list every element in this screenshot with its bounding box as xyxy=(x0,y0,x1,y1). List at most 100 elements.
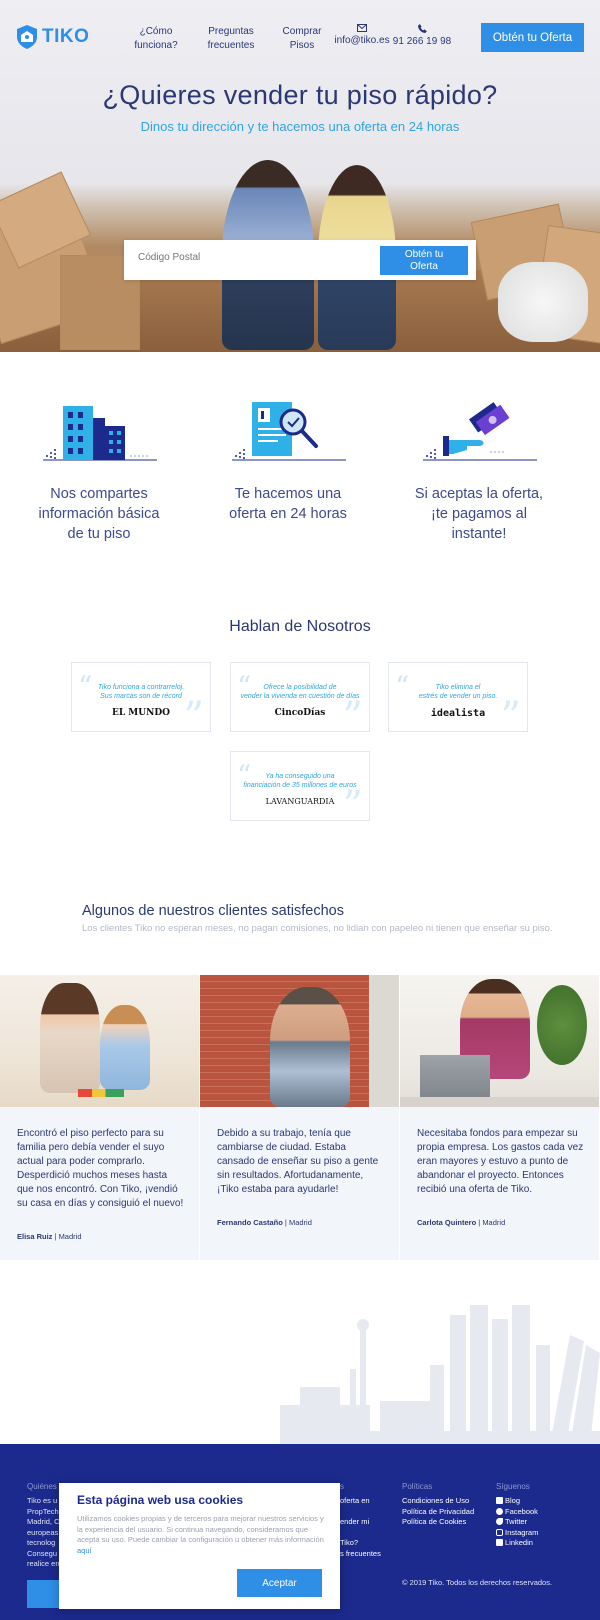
footer-link[interactable]: Tiko? xyxy=(340,1538,381,1549)
footer-link[interactable]: oferta en xyxy=(340,1496,381,1507)
twitter-link[interactable]: Twitter xyxy=(496,1517,538,1528)
postal-code-input[interactable] xyxy=(138,252,358,263)
buildings-icon xyxy=(43,406,157,461)
quote-line: estrés de vender un piso. xyxy=(418,693,498,700)
quote-line: vender la vivienda en cuestión de días xyxy=(240,693,360,700)
quote-line: financiación de 35 millones de euros xyxy=(243,782,357,789)
phone-icon xyxy=(417,24,427,33)
nav-how-it-works[interactable]: ¿Cómo funciona? xyxy=(130,25,182,53)
cookie-text: Utilizamos cookies propias y de terceros… xyxy=(77,1514,327,1556)
footer-text-line: PropTech xyxy=(27,1506,59,1516)
step-line: oferta en 24 horas xyxy=(229,506,347,522)
accept-cookies-button[interactable]: Aceptar xyxy=(237,1569,322,1597)
quote-line: Sus marcas son de récord xyxy=(100,693,182,700)
envelope-icon xyxy=(357,24,367,32)
hero-title: ¿Quieres vender tu piso rápido? xyxy=(102,80,498,110)
logo-text: TIKO xyxy=(42,26,90,47)
bubble-wrap xyxy=(498,262,588,342)
testimonial-text: Debido a su trabajo, tenía que cambiarse… xyxy=(217,1128,379,1195)
laptop xyxy=(420,1055,490,1103)
idealista-logo: idealista xyxy=(430,708,486,719)
press-card-idealista[interactable]: “ ” Tiko elimina el estrés de vender un p… xyxy=(388,662,528,732)
document-magnifier-icon xyxy=(232,402,346,461)
cookie-more-info-link[interactable]: aquí xyxy=(77,1546,92,1555)
clients-subtitle: Los clientes Tiko no esperan meses, no p… xyxy=(82,923,553,934)
header-get-offer-button[interactable]: Obtén tu Oferta xyxy=(481,23,584,52)
desk xyxy=(400,1097,599,1107)
footer-text-line: tecnolog xyxy=(27,1538,56,1547)
cookie-body: Utilizamos cookies propias y de terceros… xyxy=(77,1514,324,1544)
nav-label: funciona? xyxy=(134,40,178,51)
site-header: TIKO ¿Cómo funciona? Preguntas frecuente… xyxy=(0,0,600,76)
press-card-el-mundo[interactable]: “ ” Tiko funciona a contrarreloj. Sus mar… xyxy=(71,662,211,732)
linkedin-icon xyxy=(496,1539,503,1546)
step-payment: Si aceptas la oferta, ¡te pagamos al ins… xyxy=(394,398,564,544)
terms-link[interactable]: Condiciones de Uso xyxy=(402,1496,474,1507)
footer-link[interactable]: s frecuentes xyxy=(340,1549,381,1560)
step-text: Te hacemos una oferta en 24 horas xyxy=(203,484,373,524)
copyright: © 2019 Tiko. Todos los derechos reservad… xyxy=(402,1578,553,1587)
tiko-logo[interactable]: TIKO xyxy=(16,24,89,50)
footer-text-line: Consegu xyxy=(27,1548,58,1558)
author-city: Madrid xyxy=(288,1218,312,1227)
step-text: Nos compartes información básica de tu p… xyxy=(14,484,184,544)
nav-buy-flats[interactable]: Comprar Pisos xyxy=(279,25,325,53)
author-name: Elisa Ruiz xyxy=(17,1232,53,1241)
instagram-link[interactable]: Instagram xyxy=(496,1528,538,1539)
footer-social-title: Síguenos xyxy=(496,1482,530,1491)
author-city: Madrid xyxy=(482,1218,506,1227)
madrid-skyline-illustration xyxy=(280,1305,600,1445)
footer-links: oferta en ender mi Tiko? s frecuentes xyxy=(340,1496,381,1559)
step-line: Nos compartes xyxy=(50,486,148,502)
get-offer-button[interactable]: Obtén tu Oferta xyxy=(380,246,468,275)
step-text: Si aceptas la oferta, ¡te pagamos al ins… xyxy=(394,484,564,544)
footer-text-line: realice en xyxy=(27,1559,60,1568)
plant xyxy=(537,985,587,1065)
social-label: Facebook xyxy=(505,1506,538,1516)
nav-email[interactable]: info@tiko.es xyxy=(334,24,390,48)
privacy-link[interactable]: Política de Privacidad xyxy=(402,1507,474,1518)
author-name: Fernando Castaño xyxy=(217,1218,283,1227)
press-quote: Ofrece la posibilidad de vender la vivien… xyxy=(239,683,361,701)
cookies-policy-link[interactable]: Política de Cookies xyxy=(402,1517,474,1528)
testimonial-card: Necesitaba fondos para empezar su propia… xyxy=(400,975,599,1260)
testimonial-text: Necesitaba fondos para empezar su propia… xyxy=(417,1128,584,1195)
footer-about-text: Tiko es u PropTech Madrid, C europeas te… xyxy=(27,1496,60,1570)
footer-text-line: europeas xyxy=(27,1527,59,1537)
linkedin-link[interactable]: Linkedin xyxy=(496,1538,538,1549)
hero-subtitle: Dinos tu dirección y te hacemos una ofer… xyxy=(140,119,460,134)
footer-policies: Condiciones de Uso Política de Privacida… xyxy=(402,1496,474,1528)
step-line: Si aceptas la oferta, xyxy=(414,486,544,502)
footer-text-line: Tiko es u xyxy=(27,1496,58,1505)
press-quote: Tiko elimina el estrés de vender un piso. xyxy=(397,683,519,701)
step-line: ¡te pagamos al xyxy=(431,506,527,522)
press-card-la-vanguardia[interactable]: “ ” Ya ha conseguido una financiación de … xyxy=(230,751,370,821)
footer-link[interactable]: ender mi xyxy=(340,1517,381,1528)
blog-icon xyxy=(496,1497,503,1504)
testimonial-author: Elisa Ruiz | Madrid xyxy=(17,1232,82,1241)
get-offer-label: Oferta xyxy=(410,260,438,272)
facebook-link[interactable]: Facebook xyxy=(496,1507,538,1518)
nav-faq[interactable]: Preguntas frecuentes xyxy=(203,25,259,53)
press-title: Hablan de Nosotros xyxy=(229,618,371,635)
footer-social: Blog Facebook Twitter Instagram Linkedin xyxy=(496,1496,538,1549)
nav-label: Pisos xyxy=(289,40,315,51)
clients-title: Algunos de nuestros clientes satisfechos xyxy=(82,903,344,919)
nav-phone[interactable]: 91 266 19 98 xyxy=(392,24,452,49)
nav-label: Comprar xyxy=(282,26,322,37)
step-line: instante! xyxy=(451,526,507,542)
press-card-cinco-dias[interactable]: “ ” Ofrece la posibilidad de vender la vi… xyxy=(230,662,370,732)
nav-label: frecuentes xyxy=(207,40,255,51)
cinco-dias-logo: CincoDías xyxy=(274,708,326,718)
hand-money-icon xyxy=(423,402,537,461)
facebook-icon xyxy=(496,1507,503,1515)
testimonial-card: Debido a su trabajo, tenía que cambiarse… xyxy=(200,975,399,1260)
blog-link[interactable]: Blog xyxy=(496,1496,538,1507)
step-share-info: Nos compartes información básica de tu p… xyxy=(14,398,184,544)
instagram-icon xyxy=(496,1528,503,1536)
quote-line: Tiko elimina el xyxy=(435,684,481,691)
press-quote: Ya ha conseguido una financiación de 35 m… xyxy=(239,772,361,790)
email-text: info@tiko.es xyxy=(334,35,390,46)
get-offer-label: Obtén tu xyxy=(404,248,444,260)
client-photo-woman-laptop xyxy=(400,975,599,1107)
